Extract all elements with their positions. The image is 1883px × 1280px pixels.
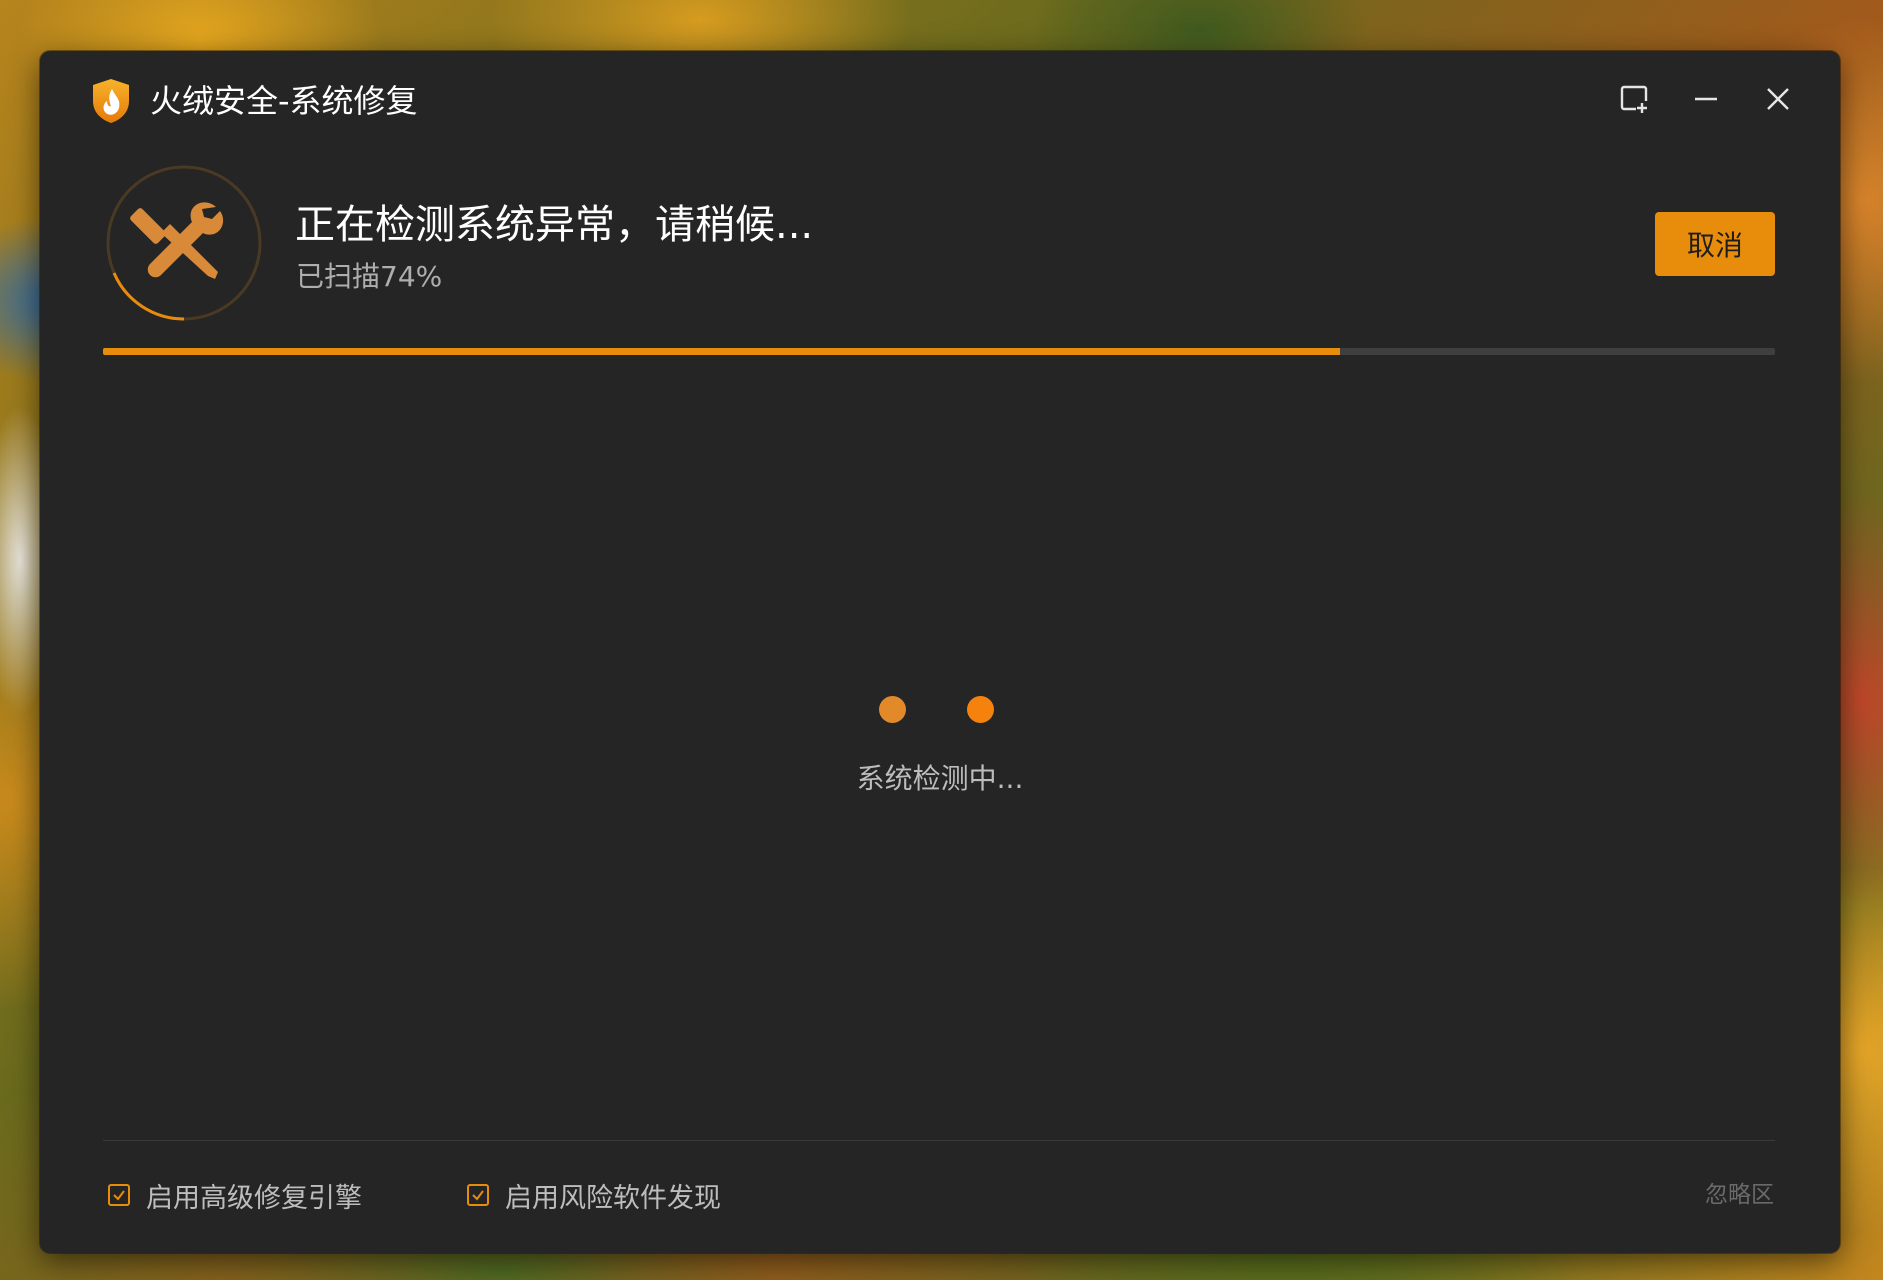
feedback-button[interactable] [1612,79,1656,123]
scan-progress-fill [103,348,1341,355]
shield-flame-logo-icon [90,77,132,125]
footer-divider [103,1140,1775,1141]
cancel-button[interactable]: 取消 [1655,212,1775,276]
system-repair-window: 火绒安全-系统修复 正在检测系统异常，请稍候... 已扫描74% 取消 系统检测… [40,51,1840,1253]
ignore-zone-link[interactable]: 忽略区 [1705,1177,1774,1213]
feedback-icon [1618,83,1650,119]
close-button[interactable] [1756,79,1800,123]
checkbox-checked-icon[interactable] [467,1184,489,1206]
loading-text-label: 系统检测中... [856,762,1024,795]
status-title: 正在检测系统异常，请稍候... [295,202,814,248]
loading-dot [967,696,994,723]
minimize-button[interactable] [1684,79,1728,123]
scan-progress-text: 已扫描74% [296,260,443,293]
loading-spinner [879,696,1009,726]
risk-software-discovery-option[interactable]: 启用风险软件发现 [467,1175,721,1215]
loading-text: 系统检测中... [40,759,1840,799]
loading-dot [879,696,906,723]
wrench-screwdriver-icon [104,163,264,323]
window-title: 火绒安全-系统修复 [150,82,418,120]
advanced-repair-engine-option[interactable]: 启用高级修复引擎 [108,1175,362,1215]
option-label: 启用风险软件发现 [505,1182,721,1214]
minimize-icon [1692,85,1720,117]
checkbox-checked-icon[interactable] [108,1184,130,1206]
option-label: 启用高级修复引擎 [146,1182,362,1214]
close-icon [1764,85,1792,117]
scan-progress-bar [103,348,1775,355]
title-bar: 火绒安全-系统修复 [40,51,1840,151]
